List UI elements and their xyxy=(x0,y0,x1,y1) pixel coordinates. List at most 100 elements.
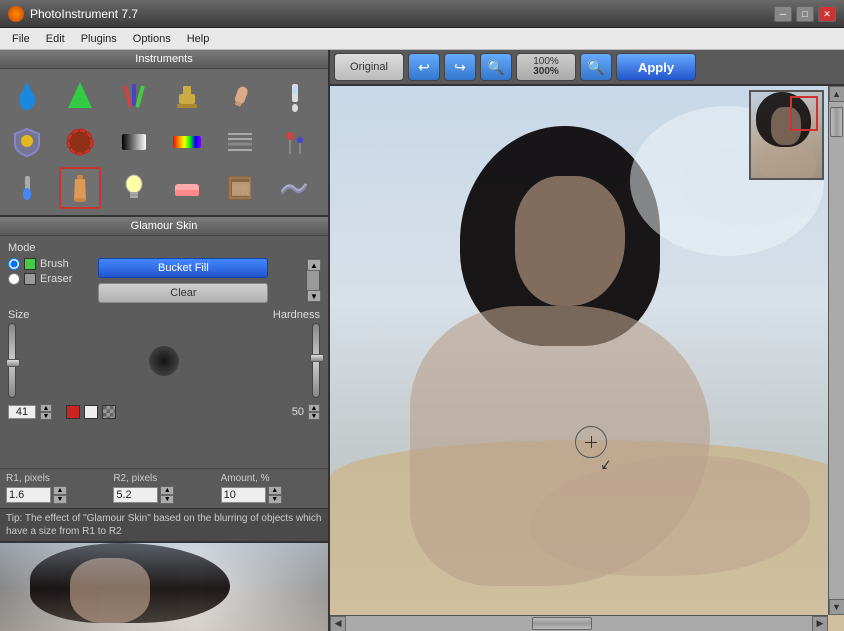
tool-dropper[interactable] xyxy=(273,75,315,117)
hardness-label: Hardness xyxy=(273,309,320,321)
tool-texture[interactable]: ▓▓ xyxy=(219,167,261,209)
amount-input-row: ▲ ▼ xyxy=(221,486,322,504)
instruments-header: Instruments xyxy=(0,50,328,69)
tool-gradient[interactable] xyxy=(113,121,155,163)
tool-smudge[interactable] xyxy=(273,167,315,209)
menu-plugins[interactable]: Plugins xyxy=(73,31,125,47)
instruments-section: Instruments xyxy=(0,50,328,217)
scroll-down-btn[interactable]: ▼ xyxy=(829,599,844,615)
r1-label: R1, pixels xyxy=(6,473,107,484)
checker-pattern[interactable] xyxy=(102,405,116,419)
bottom-controls: 41 ▲ ▼ 50 ▲ ▼ xyxy=(8,402,320,422)
scroll-right-btn[interactable]: ▶ xyxy=(812,616,828,631)
size-spinners: ▲ ▼ xyxy=(40,404,52,420)
background-color[interactable] xyxy=(84,405,98,419)
panel-scroll-up[interactable]: ▲ xyxy=(307,259,321,271)
tool-color-circle[interactable] xyxy=(59,121,101,163)
image-area[interactable]: ↙ ▲ ▼ xyxy=(330,86,844,631)
menu-file[interactable]: File xyxy=(4,31,38,47)
menubar: File Edit Plugins Options Help xyxy=(0,28,844,50)
size-up-btn[interactable]: ▲ xyxy=(40,404,52,412)
zoom-out-icon: 🔍 xyxy=(587,59,604,76)
foreground-color[interactable] xyxy=(66,405,80,419)
zoom-display[interactable]: 100% 300% xyxy=(516,53,576,81)
hardness-spinners: ▲ ▼ xyxy=(308,404,320,420)
tool-water-drop[interactable] xyxy=(6,75,48,117)
tool-lines[interactable] xyxy=(219,121,261,163)
mode-brush-option[interactable]: Brush xyxy=(8,258,72,270)
tool-rainbow[interactable] xyxy=(166,121,208,163)
amount-input[interactable] xyxy=(221,487,266,503)
menu-edit[interactable]: Edit xyxy=(38,31,73,47)
right-scrollbar[interactable]: ▲ ▼ xyxy=(828,86,844,615)
amount-group: Amount, % ▲ ▼ xyxy=(221,473,322,504)
tool-pencils[interactable] xyxy=(113,75,155,117)
minimize-button[interactable]: ─ xyxy=(774,6,792,22)
thumbnail-selection[interactable] xyxy=(790,96,818,131)
amount-down[interactable]: ▼ xyxy=(268,495,282,504)
bottom-scrollbar[interactable]: ◀ ▶ xyxy=(330,615,828,631)
tool-pins[interactable] xyxy=(273,121,315,163)
menu-help[interactable]: Help xyxy=(179,31,218,47)
preview-face-shape xyxy=(70,558,150,623)
menu-options[interactable]: Options xyxy=(125,31,179,47)
svg-text:▓▓: ▓▓ xyxy=(232,181,250,196)
undo-button[interactable]: ↩ xyxy=(408,53,440,81)
redo-icon: ↪ xyxy=(454,59,466,76)
hardness-up-btn[interactable]: ▲ xyxy=(308,404,320,412)
size-down-btn[interactable]: ▼ xyxy=(40,412,52,420)
tool-eraser[interactable] xyxy=(166,167,208,209)
r1-up[interactable]: ▲ xyxy=(53,486,67,495)
tool-shield[interactable] xyxy=(6,121,48,163)
amount-up[interactable]: ▲ xyxy=(268,486,282,495)
preview-image xyxy=(0,543,328,631)
eraser-color-indicator xyxy=(24,273,36,285)
scroll-track-vertical[interactable] xyxy=(829,102,844,599)
r2-up[interactable]: ▲ xyxy=(160,486,174,495)
scroll-thumb-vertical[interactable] xyxy=(830,107,843,137)
r2-down[interactable]: ▼ xyxy=(160,495,174,504)
bucket-fill-button[interactable]: Bucket Fill xyxy=(98,258,268,278)
amount-label: Amount, % xyxy=(221,473,322,484)
tool-bulb[interactable] xyxy=(113,167,155,209)
scroll-thumb-horizontal[interactable] xyxy=(532,617,592,630)
r1-input[interactable] xyxy=(6,487,51,503)
brush-label: Brush xyxy=(40,258,69,270)
undo-icon: ↩ xyxy=(418,59,430,76)
slider-labels: Size Hardness xyxy=(8,309,320,321)
clear-button[interactable]: Clear xyxy=(98,283,268,303)
tool-paint-cone[interactable] xyxy=(59,75,101,117)
scroll-track-horizontal[interactable] xyxy=(346,616,812,631)
zoom-in-search[interactable]: 🔍 xyxy=(480,53,512,81)
r2-input[interactable] xyxy=(113,487,158,503)
close-button[interactable]: ✕ xyxy=(818,6,836,22)
scroll-up-btn[interactable]: ▲ xyxy=(829,86,844,102)
mode-brush-radio[interactable] xyxy=(8,258,20,270)
panel-scroll-down[interactable]: ▼ xyxy=(307,290,321,302)
hardness-down-btn[interactable]: ▼ xyxy=(308,412,320,420)
mode-eraser-radio[interactable] xyxy=(8,273,20,285)
tool-skin-tube[interactable] xyxy=(219,75,261,117)
r2-input-row: ▲ ▼ xyxy=(113,486,214,504)
tool-bottle[interactable] xyxy=(59,167,101,209)
mode-eraser-option[interactable]: Eraser xyxy=(8,273,72,285)
top-toolbar: Original ↩ ↪ 🔍 100% 300% 🔍 Apply xyxy=(330,50,844,86)
r1-down[interactable]: ▼ xyxy=(53,495,67,504)
size-input[interactable]: 41 xyxy=(8,405,36,419)
original-button[interactable]: Original xyxy=(334,53,404,81)
main-canvas: ↙ ▲ ▼ xyxy=(330,86,844,631)
figure-face xyxy=(515,176,625,306)
tool-stamp[interactable] xyxy=(166,75,208,117)
brush-cursor xyxy=(575,426,607,458)
redo-button[interactable]: ↪ xyxy=(444,53,476,81)
size-slider[interactable] xyxy=(8,323,16,398)
maximize-button[interactable]: □ xyxy=(796,6,814,22)
hardness-value-display: 50 xyxy=(276,406,304,418)
zoom-out-button[interactable]: 🔍 xyxy=(580,53,612,81)
hardness-slider[interactable] xyxy=(312,323,320,398)
scroll-left-btn[interactable]: ◀ xyxy=(330,616,346,631)
amount-spinners: ▲ ▼ xyxy=(268,486,282,504)
tool-brush-small[interactable] xyxy=(6,167,48,209)
brush-color-indicator xyxy=(24,258,36,270)
apply-button[interactable]: Apply xyxy=(616,53,696,81)
